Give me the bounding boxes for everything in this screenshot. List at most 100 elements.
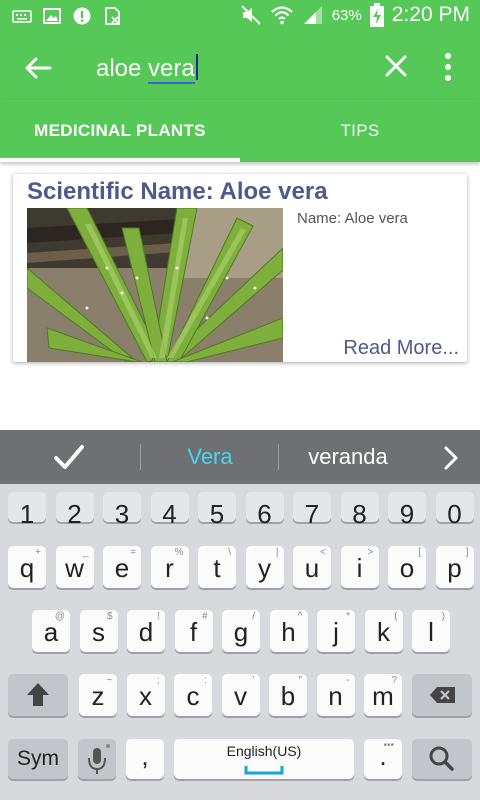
key-n[interactable]: n- — [316, 674, 355, 716]
key-j[interactable]: j * — [317, 610, 355, 652]
key-f[interactable]: f # — [174, 610, 213, 652]
key-label: 7 — [304, 499, 320, 529]
key-u[interactable]: u < — [293, 546, 331, 588]
key-m[interactable]: m? — [364, 674, 402, 716]
check-icon[interactable] — [52, 442, 86, 472]
comma-key[interactable]: , — [126, 739, 164, 779]
search-toolbar: aloe vera — [0, 34, 480, 100]
key-l[interactable]: l) — [412, 610, 450, 652]
key-2[interactable]: 2 — [55, 492, 94, 529]
key-label: 5 — [209, 499, 225, 529]
microphone-icon — [88, 744, 110, 774]
key-e[interactable]: e = — [103, 546, 141, 588]
messenger-icon — [73, 7, 91, 25]
key-r[interactable]: r% — [150, 546, 189, 588]
key-alt-label: ( — [394, 611, 398, 622]
key-7[interactable]: 7 — [293, 492, 331, 529]
signal-icon — [303, 6, 322, 24]
card-title: Scientific Name: Aloe vera — [27, 178, 328, 205]
key-label: , — [141, 741, 149, 771]
key-b[interactable]: b " — [269, 674, 307, 716]
search-key[interactable] — [412, 739, 472, 779]
key-q[interactable]: q + — [8, 546, 46, 588]
sim-icon — [105, 7, 120, 25]
screen: 63% 2:20 PM aloe vera MEDICINAL PLANTS T… — [0, 0, 480, 800]
key-d[interactable]: d! — [127, 610, 165, 652]
overflow-menu-icon[interactable] — [436, 50, 460, 84]
key-a[interactable]: a @ — [32, 610, 70, 652]
key-g[interactable]: g / — [222, 610, 260, 652]
key-alt-label: * — [346, 611, 350, 622]
key-alt-label: \ — [228, 547, 231, 558]
key-label: 3 — [114, 499, 130, 529]
plant-result-card[interactable]: Scientific Name: Aloe vera Name: Aloe ve… — [13, 174, 467, 362]
voice-input-key[interactable] — [78, 739, 116, 779]
key-alt-label: - — [346, 675, 350, 686]
key-k[interactable]: k( — [364, 610, 403, 652]
key-alt-label: ! — [157, 611, 160, 622]
clear-search-icon[interactable] — [380, 50, 412, 82]
search-input[interactable]: aloe vera — [96, 54, 198, 84]
key-label: 8 — [352, 499, 367, 529]
key-alt-label: | — [275, 547, 279, 558]
key-4[interactable]: 4 — [150, 492, 189, 529]
key-o[interactable]: o[ — [388, 546, 426, 588]
key-h[interactable]: h ^ — [269, 610, 308, 652]
suggestion-bar: Vera veranda — [0, 430, 480, 484]
key-alt-label: ] — [465, 547, 469, 558]
key-x[interactable]: x; — [126, 674, 165, 716]
key-label: 9 — [399, 499, 415, 529]
key-8[interactable]: 8 — [340, 492, 379, 529]
back-arrow-icon[interactable] — [20, 50, 56, 86]
backspace-key[interactable] — [412, 674, 472, 716]
aloe-vera-image — [27, 208, 283, 362]
key-3[interactable]: 3 — [103, 492, 141, 529]
key-alt-label: > — [367, 547, 374, 558]
wifi-icon — [271, 6, 293, 25]
key-c[interactable]: c: — [174, 674, 212, 716]
key-z[interactable]: z ~ — [79, 674, 117, 716]
key-0[interactable]: 0 — [435, 492, 474, 529]
shift-arrow-icon — [27, 683, 49, 706]
key-p[interactable]: p] — [435, 546, 474, 588]
chevron-right-icon[interactable] — [440, 444, 462, 472]
key-5[interactable]: 5 — [198, 492, 236, 529]
tab-label: TIPS — [340, 121, 380, 140]
key-alt-label: + — [35, 547, 41, 558]
period-key[interactable]: . ••• — [364, 739, 402, 779]
key-t[interactable]: t \ — [198, 546, 236, 588]
key-alt-label: ' — [252, 675, 255, 686]
clock: 2:20 PM — [391, 3, 470, 26]
space-icon — [244, 766, 284, 775]
soft-keyboard: Vera veranda 1 2 3 4 5 6 7 8 9 0 q + w _ e = r% t \ y | u < i > o… — [0, 430, 480, 800]
tab-tips[interactable]: TIPS — [240, 100, 480, 162]
sym-key[interactable]: Sym — [8, 739, 68, 779]
key-v[interactable]: v ' — [221, 674, 260, 716]
key-label: English(US) — [226, 743, 302, 759]
key-w[interactable]: w _ — [55, 546, 94, 588]
suggestion-vera[interactable]: Vera — [140, 444, 280, 470]
key-6[interactable]: 6 — [245, 492, 284, 529]
key-alt-label: ••• — [383, 740, 394, 751]
tab-bar: MEDICINAL PLANTS TIPS — [0, 100, 480, 162]
search-query-underlined: vera — [148, 55, 195, 84]
key-alt-label: @ — [54, 611, 65, 622]
tab-label: MEDICINAL PLANTS — [34, 121, 206, 140]
suggestion-veranda[interactable]: veranda — [278, 444, 418, 470]
key-i[interactable]: i > — [340, 546, 379, 588]
key-alt-label: ? — [391, 675, 397, 686]
tab-medicinal-plants[interactable]: MEDICINAL PLANTS — [0, 100, 240, 162]
space-key[interactable]: English(US) — [174, 739, 354, 779]
shift-key[interactable] — [8, 674, 68, 716]
key-label: Sym — [17, 747, 59, 770]
key-s[interactable]: s $ — [79, 610, 118, 652]
key-1[interactable]: 1 — [8, 492, 46, 529]
key-9[interactable]: 9 — [388, 492, 426, 529]
key-y[interactable]: y | — [245, 546, 284, 588]
read-more-link[interactable]: Read More... — [343, 337, 459, 360]
key-label: 1 — [19, 499, 35, 529]
image-icon — [43, 8, 61, 24]
key-alt-label: < — [320, 547, 326, 558]
key-alt-label: ^ — [297, 611, 303, 622]
search-icon — [429, 746, 454, 771]
